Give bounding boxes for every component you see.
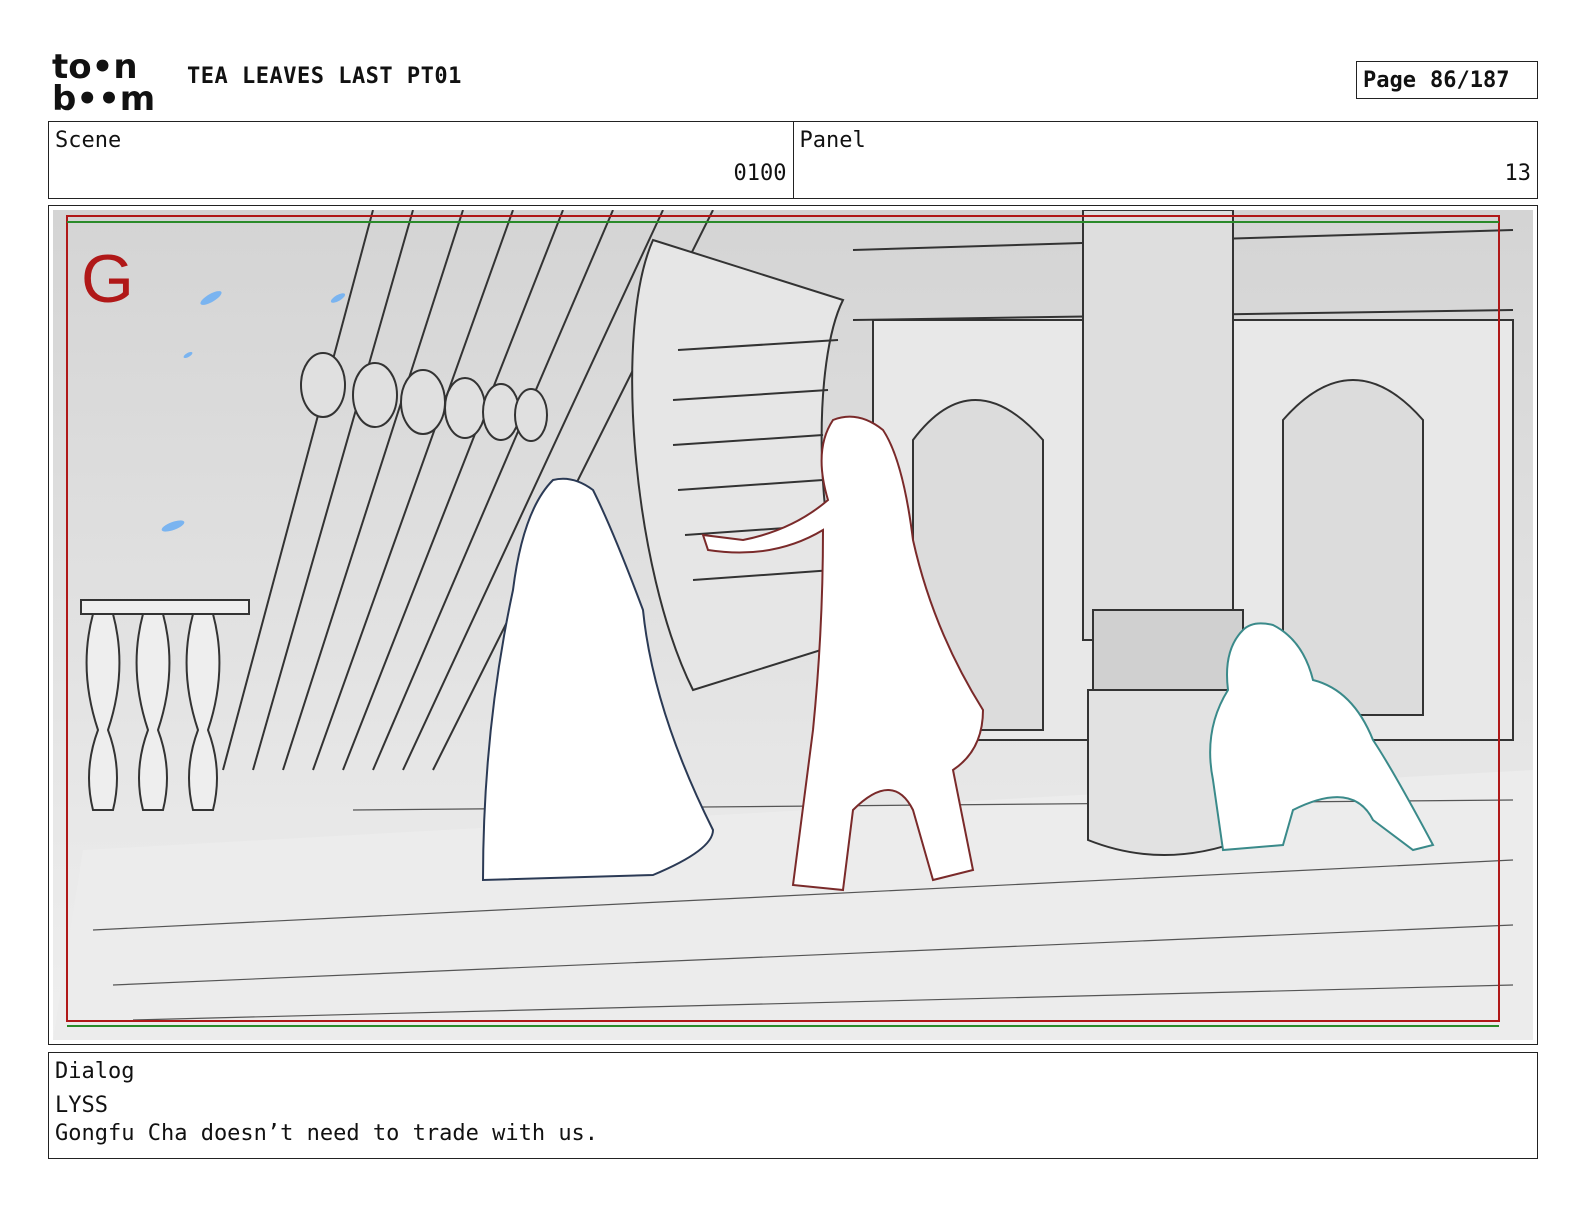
toonboom-logo: to•n b••m xyxy=(52,50,155,112)
dialog-label: Dialog xyxy=(55,1059,135,1084)
page-label: Page xyxy=(1363,67,1416,93)
scene-panel-row: Scene 0100 Panel 13 xyxy=(48,121,1538,199)
scene-value: 0100 xyxy=(733,161,787,186)
panel-cell: Panel 13 xyxy=(792,122,1538,198)
panel-label: Panel xyxy=(799,128,866,153)
document-title: TEA LEAVES LAST PT01 xyxy=(187,64,462,89)
scene-label: Scene xyxy=(55,128,122,153)
dialog-speaker: LYSS xyxy=(55,1093,108,1118)
dialog-box: Dialog LYSS Gongfu Cha doesn’t need to t… xyxy=(48,1052,1538,1159)
scene-cell: Scene 0100 xyxy=(49,122,793,198)
page-value: 86/187 xyxy=(1429,67,1510,93)
storyboard-panel: G xyxy=(48,205,1538,1045)
coiled-rope xyxy=(1092,609,1244,691)
mast xyxy=(1082,210,1234,641)
page-indicator: Page 86/187 xyxy=(1356,61,1538,99)
dialog-line: Gongfu Cha doesn’t need to trade with us… xyxy=(55,1121,599,1146)
logo-bottom-text: b••m xyxy=(52,79,155,112)
panel-sketch: G xyxy=(53,210,1533,1040)
panel-value: 13 xyxy=(1504,161,1532,186)
field-letter: G xyxy=(81,241,134,317)
